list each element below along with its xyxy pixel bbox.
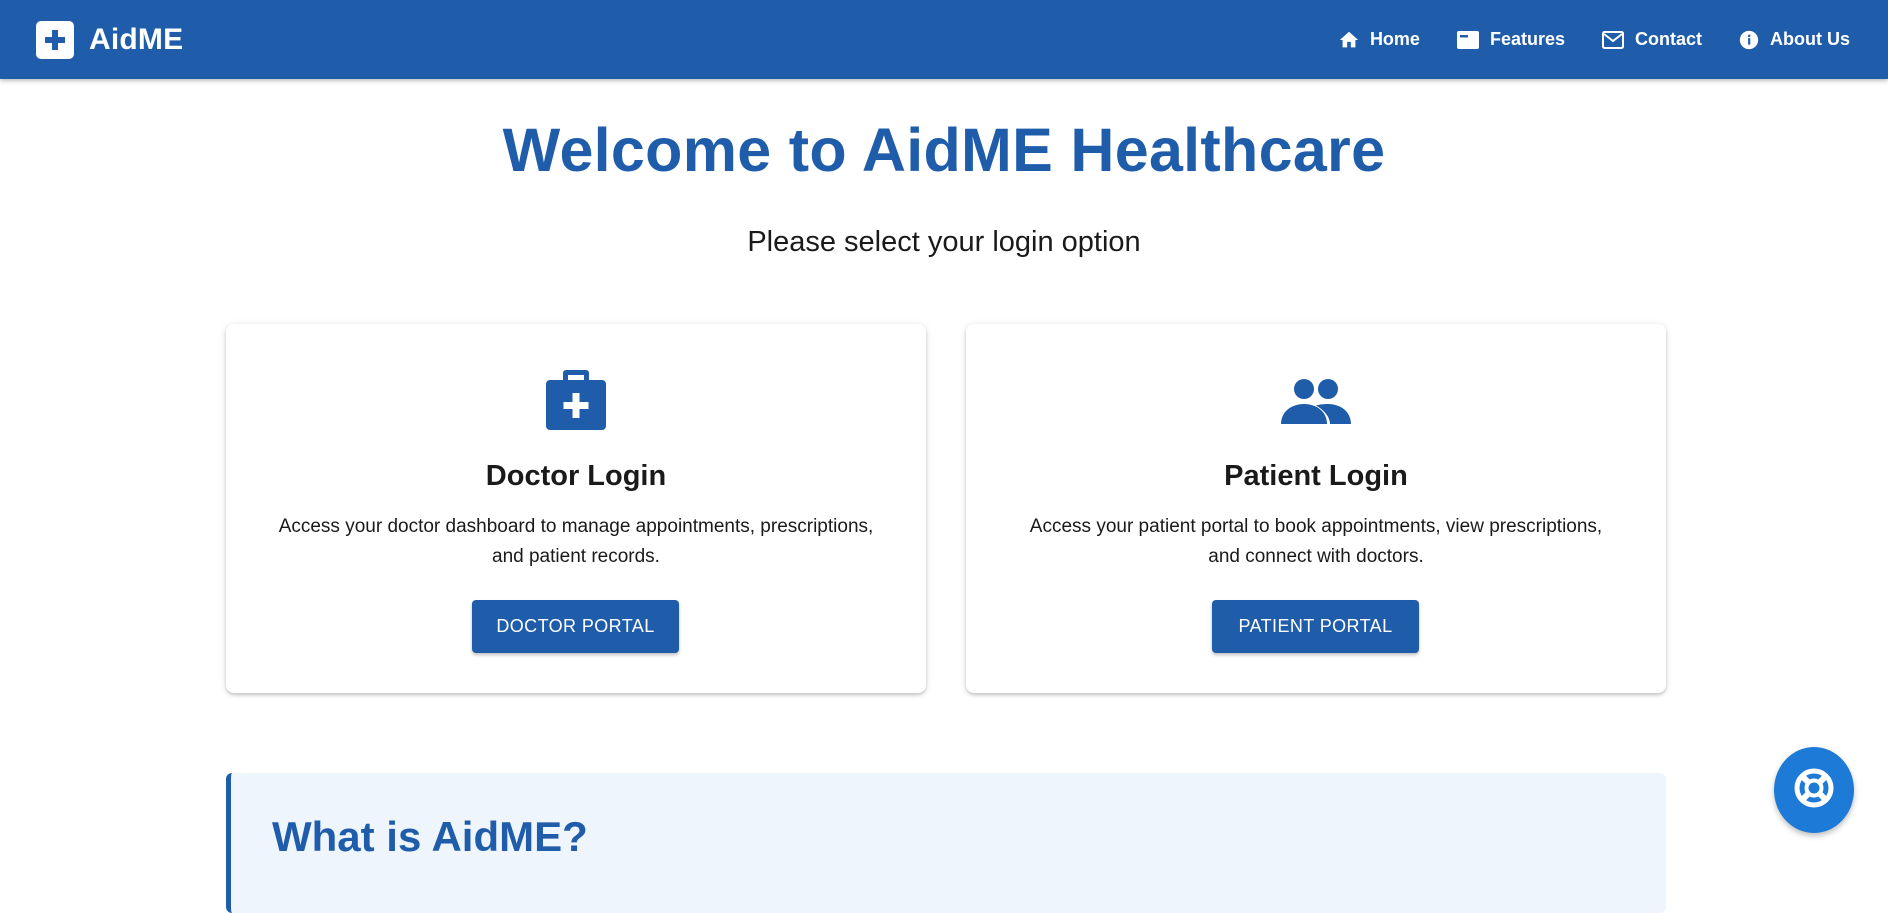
patient-login-card: Patient Login Access your patient portal… (966, 324, 1666, 693)
main-nav: Home Features Contact About Us (1338, 29, 1850, 51)
medical-bag-icon (226, 366, 926, 432)
lifebuoy-icon (1792, 766, 1836, 815)
patient-card-description: Access your patient portal to book appoi… (1029, 516, 1603, 567)
about-title: What is AidME? (272, 813, 588, 860)
main-content: Welcome to AidME Healthcare Please selec… (0, 79, 1888, 913)
patient-card-title: Patient Login (1224, 460, 1408, 492)
nav-features-label: Features (1489, 29, 1565, 49)
medical-cross-icon (36, 20, 74, 59)
nav-home-label: Home (1369, 29, 1420, 49)
brand[interactable]: AidME (36, 20, 184, 59)
nav-contact-label: Contact (1635, 29, 1702, 49)
about-section: What is AidME? (226, 773, 1666, 913)
page-subtitle: Please select your login option (747, 226, 1141, 258)
mail-icon (1601, 29, 1625, 51)
home-icon (1338, 29, 1360, 51)
doctor-login-card: Doctor Login Access your doctor dashboar… (226, 324, 926, 693)
doctor-portal-button[interactable]: DOCTOR PORTAL (472, 600, 679, 653)
brand-name: AidME (89, 22, 184, 56)
features-icon (1456, 29, 1480, 51)
nav-about-label: About Us (1770, 29, 1850, 49)
doctor-card-description: Access your doctor dashboard to manage a… (278, 516, 874, 567)
nav-features[interactable]: Features (1456, 29, 1565, 51)
page-title: Welcome to AidME Healthcare (502, 116, 1386, 184)
app-bar: AidME Home Features Contact About Us (0, 0, 1888, 79)
info-icon (1738, 29, 1760, 51)
patient-portal-button[interactable]: PATIENT PORTAL (1212, 600, 1419, 653)
nav-contact[interactable]: Contact (1601, 29, 1702, 51)
doctor-card-title: Doctor Login (485, 460, 667, 492)
nav-about[interactable]: About Us (1738, 29, 1850, 51)
people-icon (966, 366, 1666, 428)
nav-home[interactable]: Home (1338, 29, 1420, 51)
help-fab-button[interactable] (1774, 747, 1854, 833)
